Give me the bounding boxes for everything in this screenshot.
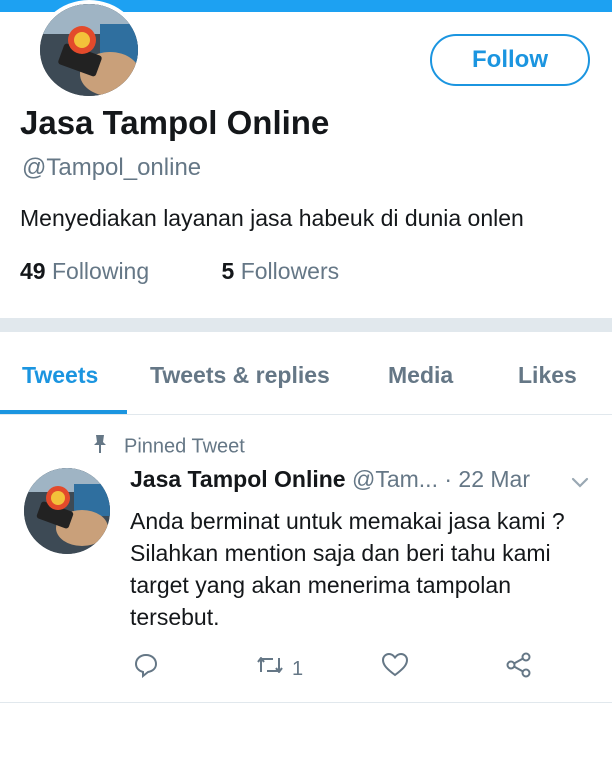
tweet-author-avatar[interactable] — [24, 468, 110, 554]
tweet-divider — [0, 702, 612, 703]
profile-tabs: Tweets Tweets & replies Media Likes — [0, 332, 612, 415]
tweet-header: Jasa Tampol Online @Tam... · 22 Mar — [130, 466, 530, 493]
tweet-text: Anda berminat untuk memakai jasa kami ? … — [130, 508, 565, 630]
following-stat[interactable]: 49 Following — [20, 258, 149, 285]
followers-label: Followers — [240, 258, 340, 284]
profile-bio: Menyediakan layanan jasa habeuk di dunia… — [20, 205, 524, 231]
tweet-author-handle[interactable]: @Tam... — [352, 466, 438, 492]
active-tab-indicator — [0, 410, 127, 414]
following-count: 49 — [20, 258, 46, 284]
retweet-icon[interactable] — [255, 652, 285, 683]
tweet-author-name[interactable]: Jasa Tampol Online — [130, 466, 346, 492]
tab-tweets-replies[interactable]: Tweets & replies — [150, 362, 330, 389]
section-divider — [0, 318, 612, 332]
tab-likes[interactable]: Likes — [518, 362, 577, 389]
tab-tweets[interactable]: Tweets — [22, 362, 98, 389]
tweet-date[interactable]: 22 Mar — [458, 466, 530, 492]
like-icon[interactable] — [381, 652, 409, 683]
pin-icon — [92, 434, 112, 460]
pinned-text: Pinned Tweet — [124, 435, 245, 458]
tweet-actions: 1 — [0, 648, 612, 692]
profile-display-name: Jasa Tampol Online — [20, 104, 330, 141]
profile-stats: 49 Following 5 Followers — [20, 258, 339, 285]
share-icon[interactable] — [505, 652, 533, 683]
tweet-separator: · — [444, 466, 453, 492]
reply-icon[interactable] — [133, 652, 159, 683]
profile-avatar[interactable] — [36, 0, 142, 100]
pinned-tweet-label: Pinned Tweet — [92, 434, 245, 460]
followers-stat[interactable]: 5 Followers — [222, 258, 340, 285]
following-label: Following — [51, 258, 150, 284]
profile-handle: @Tampol_online — [22, 154, 202, 181]
followers-count: 5 — [221, 258, 235, 284]
retweet-count: 1 — [292, 658, 304, 680]
chevron-down-icon[interactable] — [570, 476, 590, 495]
follow-button[interactable]: Follow — [430, 34, 590, 86]
tab-media[interactable]: Media — [388, 362, 453, 389]
